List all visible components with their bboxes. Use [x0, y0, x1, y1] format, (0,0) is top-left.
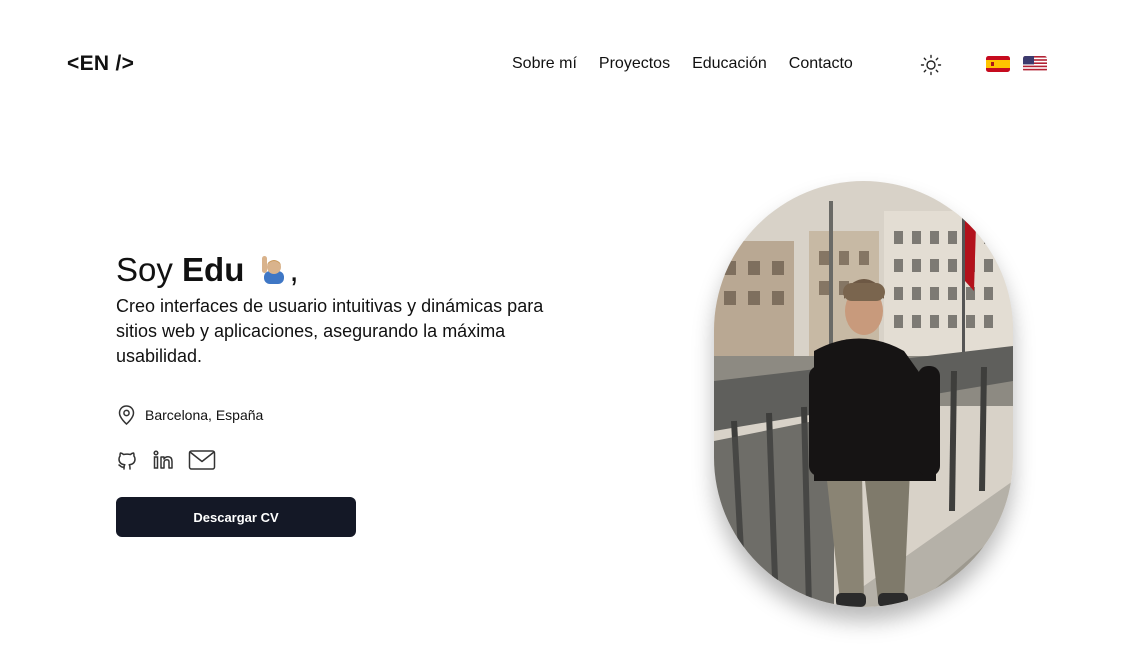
- sun-icon: [920, 54, 942, 76]
- hero-tagline: Creo interfaces de usuario intuitivas y …: [116, 296, 544, 366]
- page: <EN /> Sobre mí Proyectos Educación Cont…: [0, 0, 1132, 655]
- greeting-prefix: Soy: [116, 251, 183, 288]
- theme-toggle-button[interactable]: [920, 54, 942, 76]
- location-label: Barcelona, España: [145, 407, 264, 423]
- language-es-button[interactable]: [986, 54, 1010, 74]
- greeting-suffix: ,: [289, 251, 299, 288]
- email-link[interactable]: [188, 449, 216, 471]
- nav-link-about[interactable]: Sobre mí: [512, 53, 577, 75]
- spain-flag-icon: [986, 56, 1010, 72]
- hero-greeting: Soy Edu ,: [116, 250, 299, 290]
- nav-link-projects[interactable]: Proyectos: [599, 53, 670, 75]
- main-nav: Sobre mí Proyectos Educación Contacto: [512, 53, 853, 75]
- github-link[interactable]: [116, 448, 138, 472]
- github-icon: [118, 452, 136, 470]
- us-flag-icon: [1023, 56, 1047, 72]
- language-en-button[interactable]: [1023, 54, 1047, 74]
- location: Barcelona, España: [116, 404, 263, 426]
- mail-icon: [188, 450, 216, 470]
- social-links: [116, 448, 216, 472]
- profile-photo: [714, 181, 1013, 607]
- raising-hand-icon: [261, 256, 284, 284]
- nav-link-education[interactable]: Educación: [692, 53, 767, 75]
- site-logo[interactable]: <EN />: [67, 51, 134, 77]
- hero-name: Edu: [182, 251, 245, 288]
- nav-link-contact[interactable]: Contacto: [789, 53, 853, 75]
- linkedin-icon: [153, 450, 173, 469]
- map-pin-icon: [118, 405, 135, 425]
- linkedin-link[interactable]: [152, 449, 174, 471]
- download-cv-button[interactable]: Descargar CV: [116, 497, 356, 537]
